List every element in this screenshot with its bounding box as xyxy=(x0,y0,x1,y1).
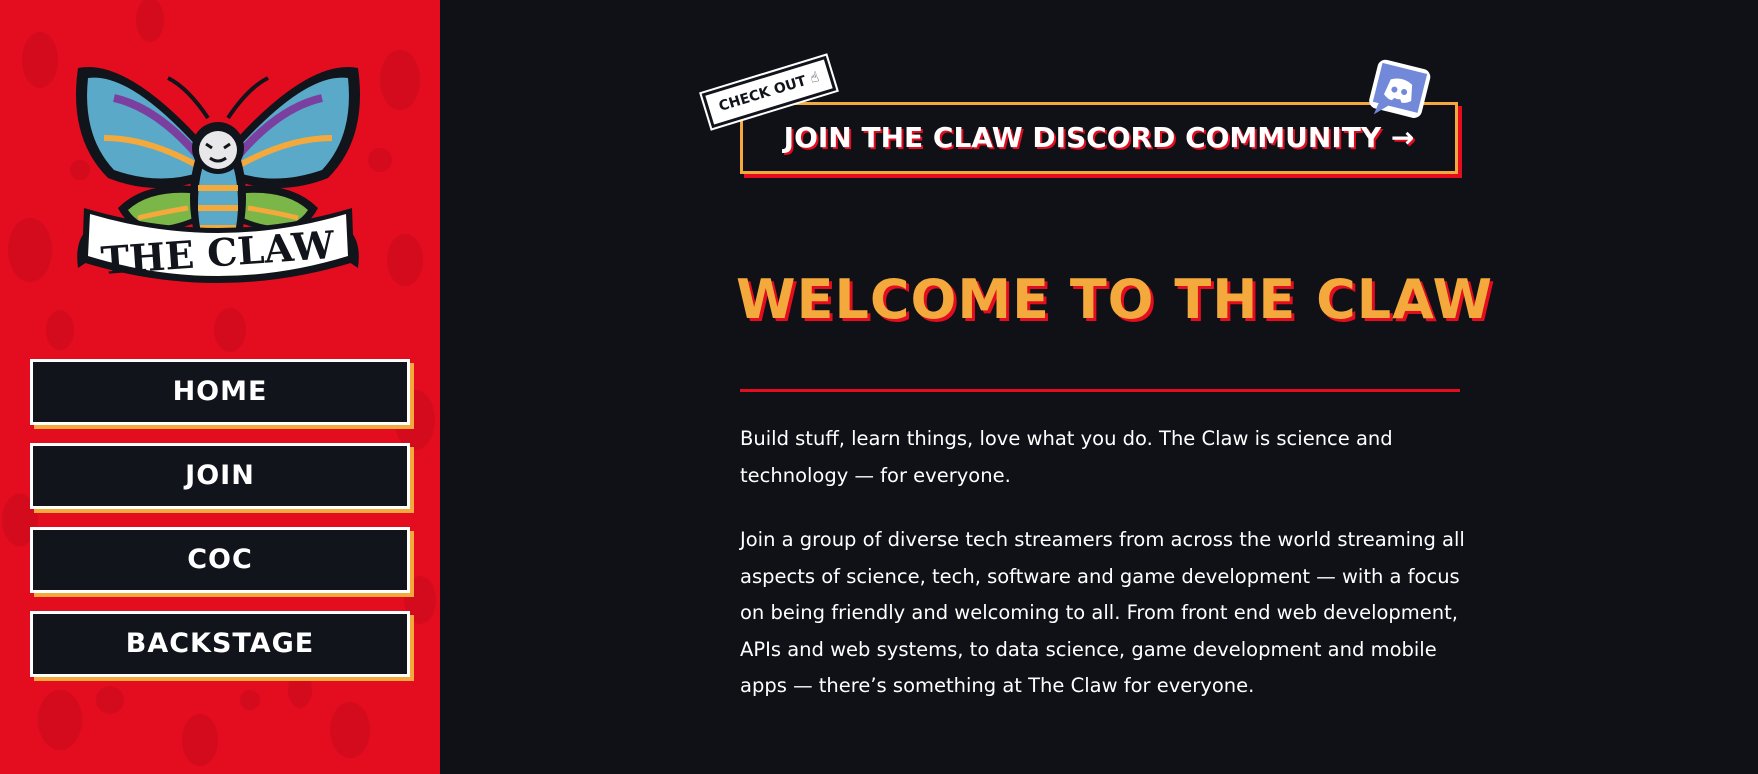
nav-home-button[interactable]: HOME xyxy=(30,359,410,425)
nav-join-button[interactable]: JOIN xyxy=(30,443,410,509)
discord-community-link[interactable]: JOIN THE CLAW DISCORD COMMUNITY → xyxy=(740,102,1458,174)
discord-community-label: JOIN THE CLAW DISCORD COMMUNITY → xyxy=(783,121,1415,154)
title-divider xyxy=(740,389,1460,392)
discord-promo: JOIN THE CLAW DISCORD COMMUNITY → CHECK … xyxy=(698,51,1488,188)
intro-paragraph: Build stuff, learn things, love what you… xyxy=(740,427,1393,487)
page-title: WELCOME TO THE CLAW xyxy=(736,268,1494,331)
main-content: JOIN THE CLAW DISCORD COMMUNITY → CHECK … xyxy=(440,0,1758,774)
discord-icon[interactable] xyxy=(1366,58,1434,126)
nav-coc-button[interactable]: COC xyxy=(30,527,410,593)
description-paragraph: Join a group of diverse tech streamers f… xyxy=(740,528,1465,697)
main-nav: HOME JOIN COC BACKSTAGE xyxy=(30,359,410,695)
the-claw-logo[interactable]: THE CLAW xyxy=(68,48,368,308)
sidebar: THE CLAW HOME JOIN COC BACKSTAGE xyxy=(0,0,440,774)
nav-backstage-button[interactable]: BACKSTAGE xyxy=(30,611,410,677)
